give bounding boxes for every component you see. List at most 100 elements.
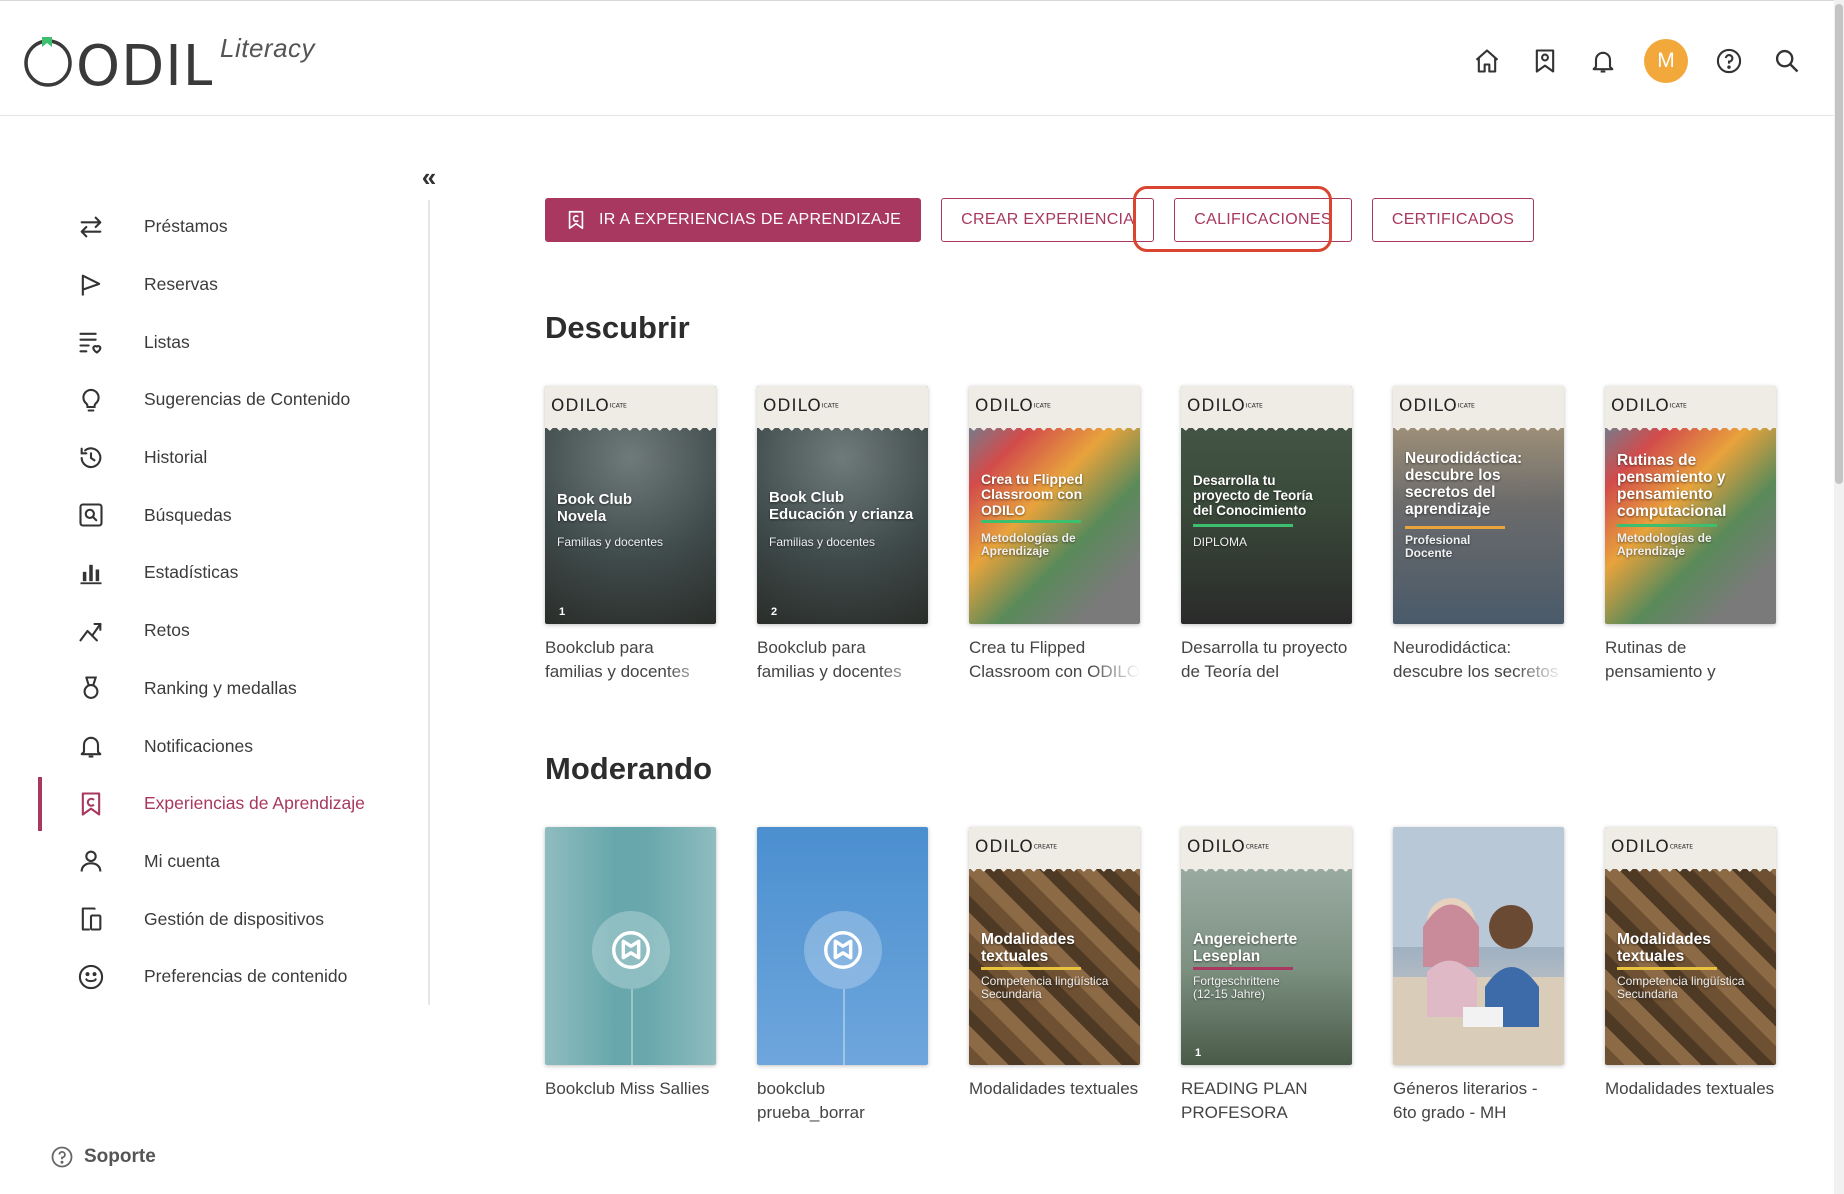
sidebar-divider (428, 200, 430, 1005)
card-title: Modalidades textuales (969, 1077, 1140, 1125)
sidebar-item-label: Notificaciones (144, 735, 253, 756)
experience-card[interactable]: ODILOICATE Desarrolla tu proyecto de Teo… (1181, 386, 1352, 684)
medal-icon (76, 673, 106, 703)
sidebar-item-ranking[interactable]: Ranking y medallas (0, 660, 428, 718)
card-cover: ODILOCREATE Angereicherte Leseplan Fortg… (1181, 827, 1352, 1065)
cover-title: Modalidades textuales (981, 931, 1075, 966)
experience-card[interactable]: ODILOICATE Rutinas de pensamiento y pens… (1605, 386, 1776, 684)
sidebar-item-preferencias[interactable]: Preferencias de contenido (0, 948, 428, 1006)
card-cover: ODILOCREATE Modalidades textuales Compet… (1605, 827, 1776, 1065)
cover-brand: ODILOCREATE (975, 837, 1057, 857)
cover-accent-line (981, 520, 1081, 523)
sidebar-item-listas[interactable]: Listas (0, 313, 428, 371)
search-icon[interactable] (1770, 44, 1804, 78)
sidebar-item-label: Mi cuenta (144, 850, 220, 871)
card-title: Neurodidáctica: descubre los secretos de… (1393, 636, 1564, 684)
cover-title: Book Club Novela (557, 491, 632, 525)
avatar[interactable]: M (1644, 39, 1688, 83)
bookmark-icon[interactable] (1528, 44, 1562, 78)
sidebar-item-label: Retos (144, 620, 190, 641)
header-icons: M (1446, 39, 1804, 83)
sidebar-item-busquedas[interactable]: Búsquedas (0, 486, 428, 544)
sidebar-item-reservas[interactable]: Reservas (0, 256, 428, 314)
home-icon[interactable] (1470, 44, 1504, 78)
cover-brand: ODILOCREATE (1187, 837, 1269, 857)
scrollbar-thumb[interactable] (1835, 4, 1843, 484)
page-scrollbar[interactable] (1834, 0, 1844, 1194)
experience-card[interactable]: bookclub prueba_borrar (757, 827, 928, 1125)
experience-card[interactable]: ODILOCREATE Modalidades textuales Compet… (969, 827, 1140, 1125)
lightbulb-icon (76, 385, 106, 415)
help-icon[interactable] (1712, 44, 1746, 78)
experience-card[interactable]: ODILOCREATE Angereicherte Leseplan Fortg… (1181, 827, 1352, 1125)
sidebar-item-experiencias[interactable]: Experiencias de Aprendizaje (0, 775, 428, 833)
sidebar-item-label: Listas (144, 331, 190, 352)
cover-title: Rutinas de pensamiento y pensamiento com… (1617, 452, 1727, 521)
go-to-experiences-label: IR A EXPERIENCIAS DE APRENDIZAJE (599, 211, 902, 228)
support-link[interactable]: Soporte (50, 1145, 156, 1169)
sidebar-item-mi-cuenta[interactable]: Mi cuenta (0, 833, 428, 891)
action-buttons: IR A EXPERIENCIAS DE APRENDIZAJE CREAR E… (545, 198, 1554, 242)
collapse-sidebar-button[interactable]: « (414, 162, 444, 192)
experience-card[interactable]: ODILOICATE Book Club Educación y crianza… (757, 386, 928, 684)
cover-number: 2 (771, 606, 778, 618)
sidebar-item-label: Experiencias de Aprendizaje (144, 793, 365, 814)
odilo-logo-mark: ODILO (24, 34, 212, 89)
cover-subtitle: Fortgeschrittene (12-15 Jahre) (1193, 974, 1280, 1002)
grades-highlight-ring (1133, 186, 1332, 252)
cover-accent-line (1193, 967, 1293, 970)
sidebar-item-label: Historial (144, 447, 208, 468)
challenge-icon (76, 616, 106, 646)
cover-brand: ODILOICATE (763, 396, 839, 416)
experience-card[interactable]: ODILOICATE Book Club Novela Familias y d… (545, 386, 716, 684)
top-header: ODILO Literacy M (0, 0, 1834, 116)
sidebar-item-notificaciones[interactable]: Notificaciones (0, 717, 428, 775)
cover-subtitle: Profesional Docente (1405, 533, 1471, 561)
history-icon (76, 443, 106, 473)
sidebar-item-label: Préstamos (144, 216, 228, 237)
sidebar-item-retos[interactable]: Retos (0, 602, 428, 660)
cover-stem (630, 989, 633, 1065)
card-cover: ODILOICATE Book Club Novela Familias y d… (545, 386, 716, 624)
sidebar-item-prestamos[interactable]: Préstamos (0, 198, 428, 256)
sidebar-item-estadisticas[interactable]: Estadísticas (0, 544, 428, 602)
experience-card[interactable]: ODILOICATE Neurodidáctica: descubre los … (1393, 386, 1564, 684)
section-title-moderating: Moderando (545, 751, 713, 786)
create-experience-button[interactable]: CREAR EXPERIENCIA (941, 198, 1155, 242)
go-to-experiences-button[interactable]: IR A EXPERIENCIAS DE APRENDIZAJE (545, 198, 922, 242)
bell-icon[interactable] (1586, 44, 1620, 78)
experience-card[interactable]: ODILOICATE Crea tu Flipped Classroom con… (969, 386, 1140, 684)
cover-stem (842, 989, 845, 1065)
cover-brand: ODILOICATE (975, 396, 1051, 416)
cover-brand: ODILOICATE (551, 396, 627, 416)
bookclub-icon (591, 911, 670, 989)
experience-card[interactable]: ODILOCREATE Modalidades textuales Compet… (1605, 827, 1776, 1125)
logo-subtitle: Literacy (220, 33, 316, 63)
cover-accent-line (1405, 526, 1505, 529)
card-cover (1393, 827, 1564, 1065)
card-cover (757, 827, 928, 1065)
sidebar-item-dispositivos[interactable]: Gestión de dispositivos (0, 890, 428, 948)
card-title: Bookclub Miss Sallies (545, 1077, 716, 1125)
help-circle-icon (51, 1146, 73, 1168)
sidebar-item-label: Ranking y medallas (144, 677, 297, 698)
card-title: bookclub prueba_borrar (757, 1077, 928, 1125)
cover-accent-line (981, 967, 1081, 970)
cover-subtitle: DIPLOMA (1193, 535, 1248, 549)
experience-icon (568, 210, 584, 230)
experience-card[interactable]: Géneros literarios - 6to grado - MH (1393, 827, 1564, 1125)
card-title: Géneros literarios - 6to grado - MH (1393, 1077, 1564, 1125)
card-title: Bookclub para familias y docentes (545, 636, 716, 684)
card-cover: ODILOICATE Neurodidáctica: descubre los … (1393, 386, 1564, 624)
certificates-button[interactable]: CERTIFICADOS (1371, 198, 1535, 242)
cover-title: Desarrolla tu proyecto de Teoría del Con… (1193, 473, 1313, 518)
cover-title: Modalidades textuales (1617, 931, 1711, 966)
cover-brand: ODILOICATE (1399, 396, 1475, 416)
sidebar-item-sugerencias[interactable]: Sugerencias de Contenido (0, 371, 428, 429)
experience-card[interactable]: Bookclub Miss Sallies (545, 827, 716, 1125)
card-title: Modalidades textuales (1605, 1077, 1776, 1125)
flag-icon (76, 270, 106, 300)
card-cover: ODILOICATE Desarrolla tu proyecto de Teo… (1181, 386, 1352, 624)
cover-accent-line (1193, 524, 1293, 527)
sidebar-item-historial[interactable]: Historial (0, 429, 428, 487)
